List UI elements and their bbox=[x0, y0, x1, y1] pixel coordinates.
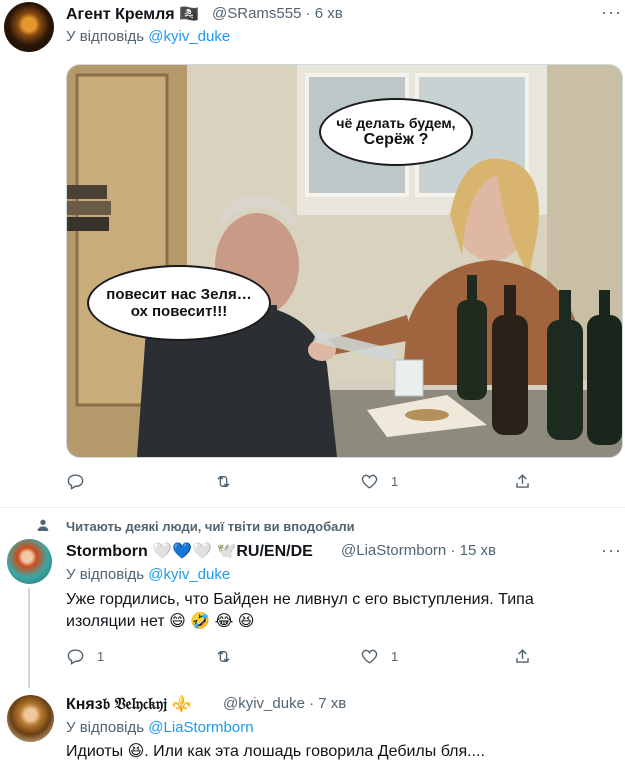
reply-context: У відповідь @LiaStormborn bbox=[66, 719, 254, 736]
reply-button[interactable] bbox=[66, 472, 85, 491]
like-button[interactable]: 1 bbox=[360, 472, 398, 491]
reply-prefix: У відповідь bbox=[66, 719, 145, 736]
hearts-icon: 🤍💙🤍 bbox=[152, 543, 212, 560]
bubble-left-line1: повесит нас Зеля… bbox=[106, 286, 252, 303]
more-options-icon[interactable]: ··· bbox=[601, 540, 622, 561]
like-button[interactable]: 1 bbox=[360, 647, 398, 666]
retweet-icon bbox=[217, 650, 230, 663]
retweet-button[interactable] bbox=[214, 472, 233, 491]
thread-line bbox=[28, 588, 30, 688]
social-context[interactable]: Читають деякі люди, чиї твіти ви вподоба… bbox=[66, 519, 355, 534]
reply-prefix: У відповідь bbox=[66, 566, 145, 583]
retweet-button[interactable] bbox=[214, 647, 233, 666]
reply-count: 1 bbox=[97, 649, 105, 664]
tweet-text: Идиоты 😆. Или как эта лошадь говорила Де… bbox=[66, 743, 485, 760]
tweet-text-line2: изоляции нет 😄 🤣 😂 😆 bbox=[66, 613, 255, 630]
bubble-right-line1: чё делать будем, bbox=[336, 115, 456, 131]
reply-icon bbox=[67, 649, 84, 665]
speech-bubble-left: повесит нас Зеля… ох повесит!!! bbox=[87, 265, 271, 341]
reply-to-handle[interactable]: @kyiv_duke bbox=[148, 566, 230, 583]
avatar[interactable] bbox=[7, 539, 52, 584]
person-icon bbox=[35, 517, 51, 533]
author-name[interactable]: Агент Кремля 🏴‍☠️ bbox=[66, 4, 199, 24]
tweet-text-line1: Уже гордились, что Байден не ливнул с ег… bbox=[66, 591, 534, 608]
tweet-meta: @LiaStormborn · 15 хв bbox=[341, 542, 496, 559]
tweet-meta: @kyiv_duke · 7 хв bbox=[223, 695, 346, 712]
pirate-flag-icon: 🏴‍☠️ bbox=[179, 6, 199, 23]
tweet-image[interactable]: повесит нас Зеля… ох повесит!!! чё делат… bbox=[66, 64, 623, 458]
separator-dot: · bbox=[450, 542, 456, 559]
like-count: 1 bbox=[391, 649, 399, 664]
author-name-text[interactable]: Агент Кремля bbox=[66, 6, 175, 23]
author-name[interactable]: Stormborn 🤍💙🤍 🕊️RU/EN/DE bbox=[66, 541, 313, 561]
more-options-icon[interactable]: ··· bbox=[601, 2, 622, 23]
tweet-time[interactable]: 6 хв bbox=[315, 5, 343, 22]
author-name[interactable]: Княз𝔟 𝔙𝔢𝔩𝔶𝔠𝔨𝔶𝔧 ⚜️ bbox=[66, 694, 192, 714]
separator-dot: · bbox=[309, 695, 315, 712]
tweet-time[interactable]: 7 хв bbox=[318, 695, 346, 712]
reply-icon bbox=[67, 474, 84, 490]
reply-prefix: У відповідь bbox=[66, 28, 145, 45]
author-name-suffix: 🕊️RU/EN/DE bbox=[216, 543, 313, 560]
separator-dot: · bbox=[305, 5, 311, 22]
reply-to-handle[interactable]: @LiaStormborn bbox=[148, 719, 253, 736]
tweet-time[interactable]: 15 хв bbox=[460, 542, 496, 559]
tweet-meta: @SRams555 · 6 хв bbox=[212, 5, 343, 22]
author-name-text[interactable]: Княз𝔟 𝔙𝔢𝔩𝔶𝔠𝔨𝔶𝔧 bbox=[66, 696, 167, 713]
author-handle[interactable]: @SRams555 bbox=[212, 5, 301, 22]
tweet-text: Уже гордились, что Байден не ливнул с ег… bbox=[66, 589, 621, 633]
share-button[interactable] bbox=[513, 647, 532, 666]
fleur-de-lis-icon: ⚜️ bbox=[171, 696, 192, 713]
bubble-right-line2: Серёж ? bbox=[363, 131, 429, 148]
like-count: 1 bbox=[391, 474, 399, 489]
author-name-text[interactable]: Stormborn bbox=[66, 543, 148, 560]
avatar[interactable] bbox=[7, 695, 54, 742]
reply-context: У відповідь @kyiv_duke bbox=[66, 566, 230, 583]
avatar[interactable] bbox=[4, 2, 54, 52]
share-icon bbox=[516, 474, 529, 488]
reply-button[interactable]: 1 bbox=[66, 647, 104, 666]
tweet-divider bbox=[0, 507, 625, 508]
reply-to-handle[interactable]: @kyiv_duke bbox=[148, 28, 230, 45]
author-handle[interactable]: @LiaStormborn bbox=[341, 542, 446, 559]
author-handle[interactable]: @kyiv_duke bbox=[223, 695, 305, 712]
speech-bubble-right: чё делать будем, Серёж ? bbox=[319, 98, 473, 166]
share-icon bbox=[516, 649, 529, 663]
heart-icon bbox=[361, 649, 378, 664]
bubble-left-line2: ох повесит!!! bbox=[130, 303, 228, 320]
heart-icon bbox=[361, 474, 378, 489]
retweet-icon bbox=[217, 475, 230, 488]
reply-context: У відповідь @kyiv_duke bbox=[66, 28, 230, 45]
share-button[interactable] bbox=[513, 472, 532, 491]
